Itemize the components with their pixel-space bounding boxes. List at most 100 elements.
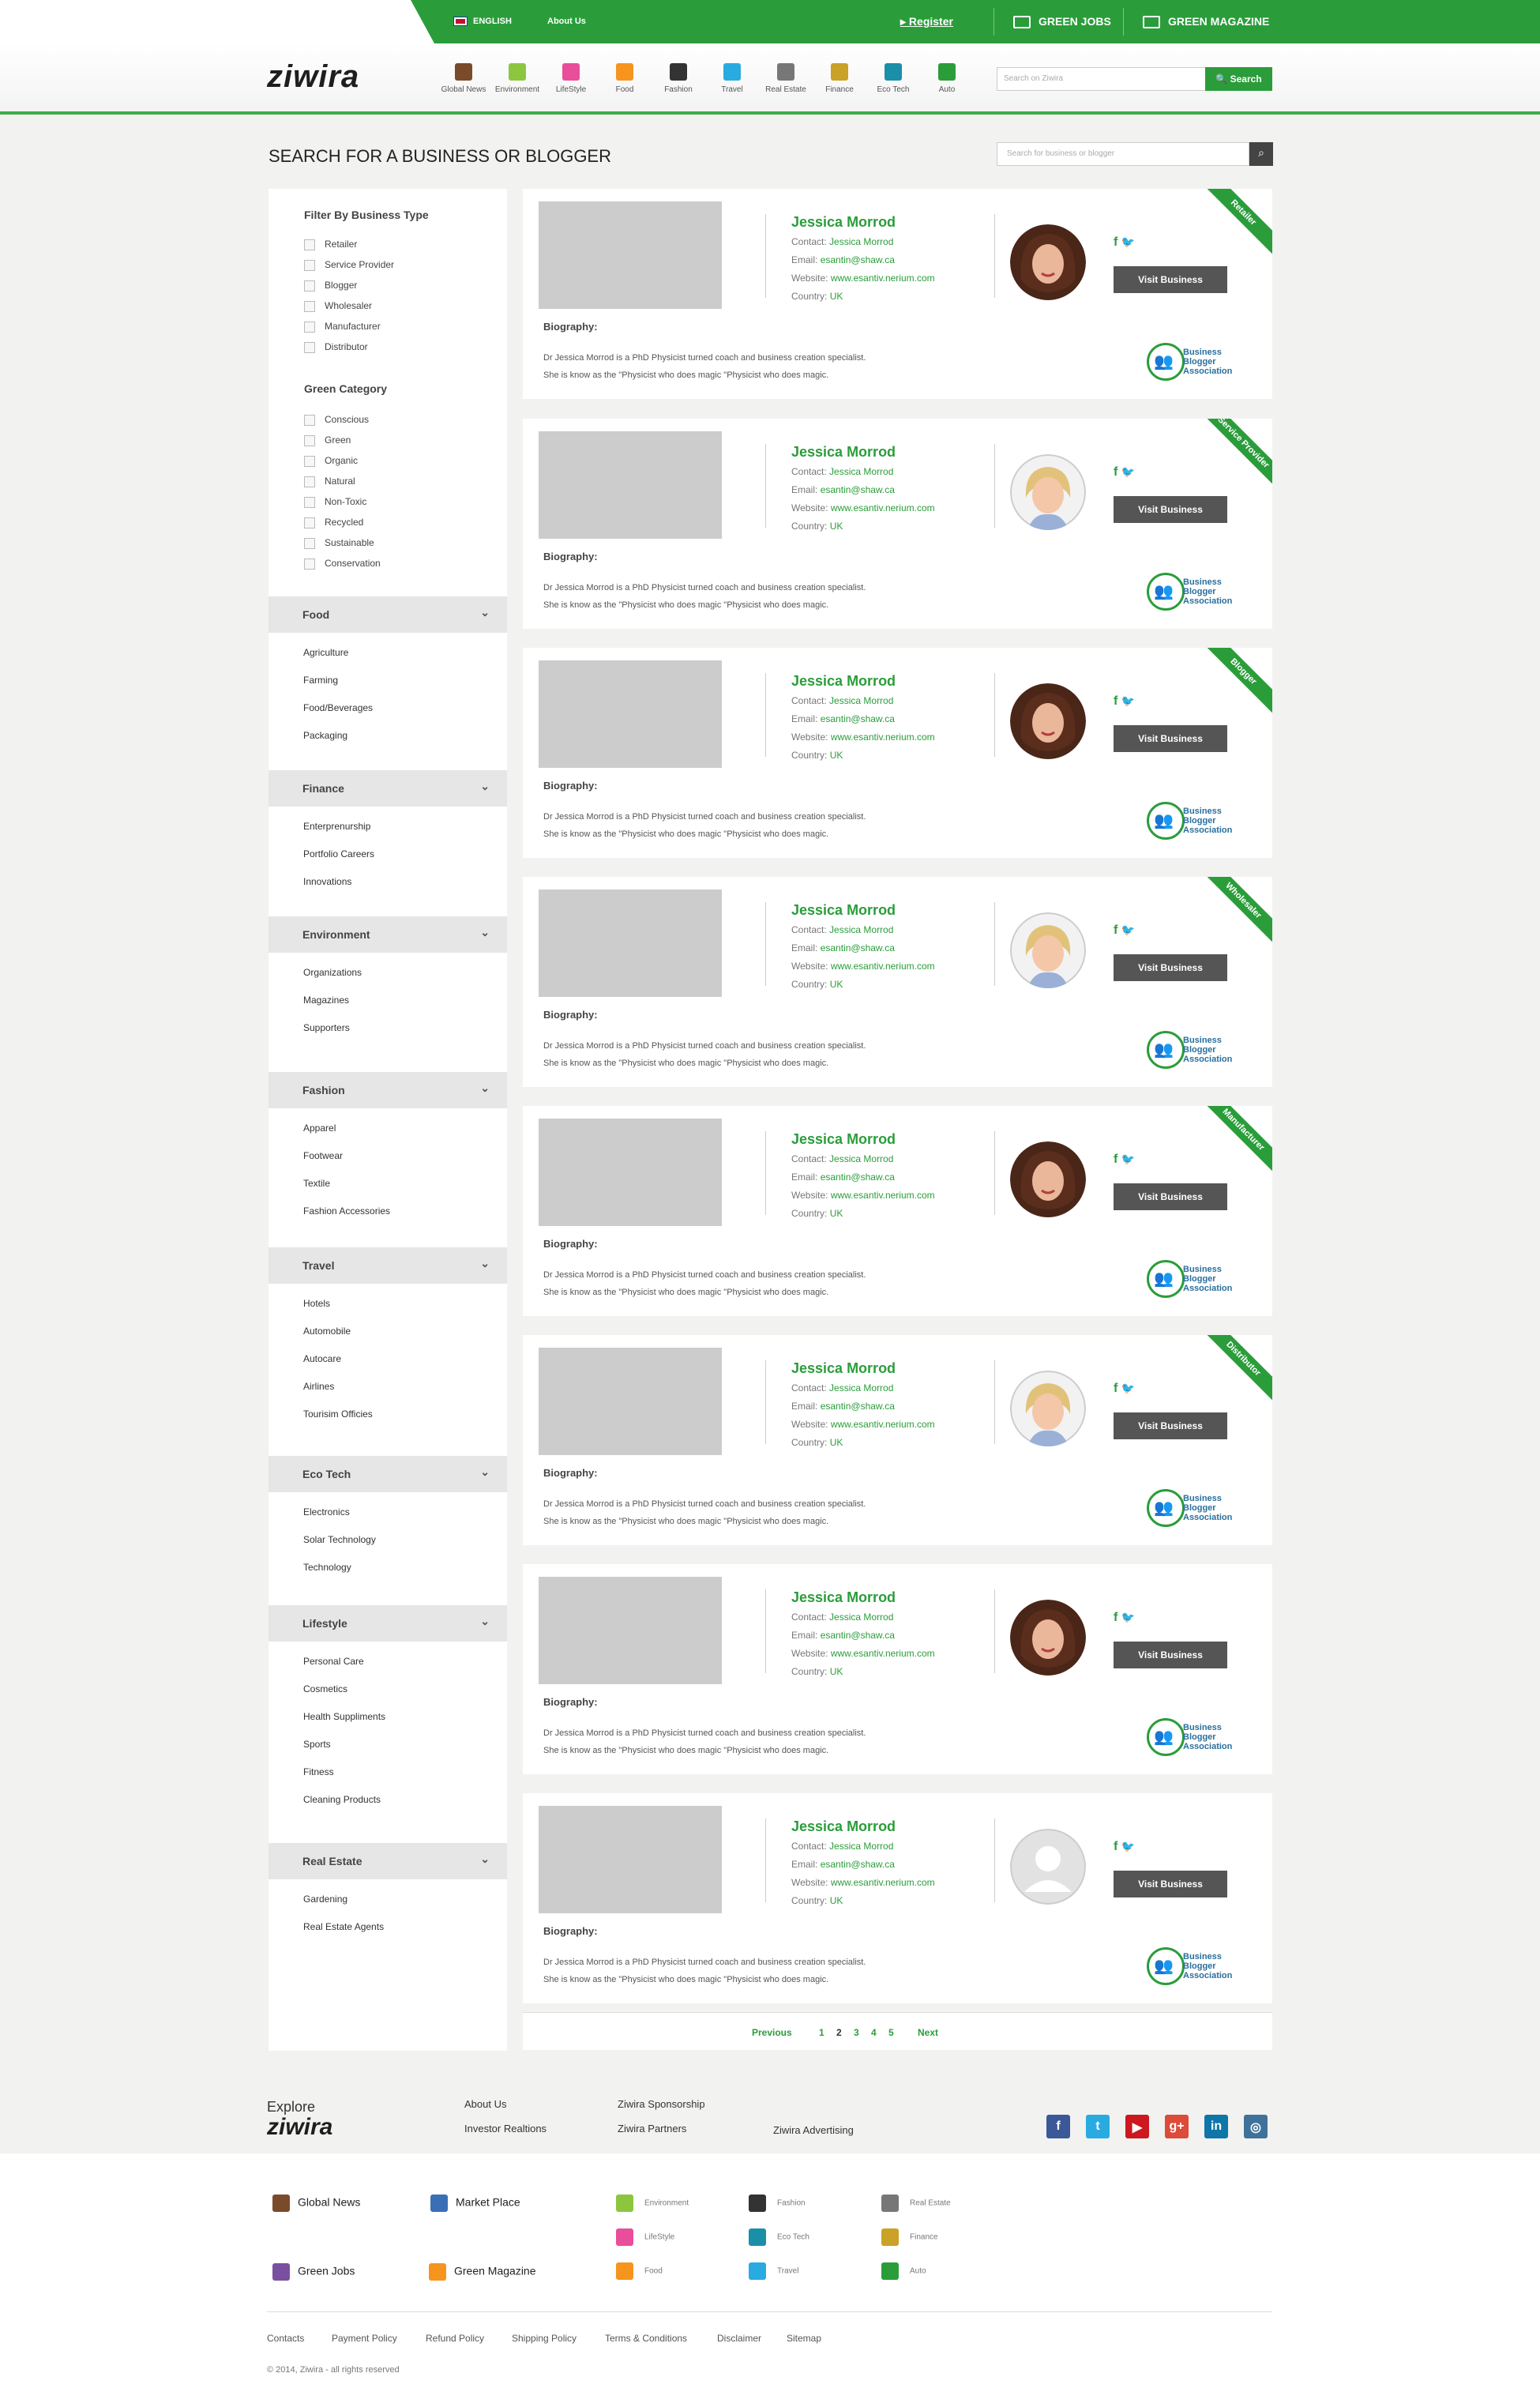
visit-business-button[interactable]: Visit Business (1114, 1412, 1227, 1439)
business-name[interactable]: Jessica Morrod (791, 902, 896, 919)
youtube-icon[interactable]: ▶ (1125, 2115, 1149, 2138)
sidebar-link[interactable]: Packaging (303, 730, 347, 741)
filter-green[interactable]: Green (304, 434, 351, 446)
visit-business-button[interactable]: Visit Business (1114, 954, 1227, 981)
checkbox[interactable] (304, 300, 315, 312)
business-name[interactable]: Jessica Morrod (791, 1131, 896, 1148)
accordion-eco-tech[interactable]: Eco Tech ⌄ (269, 1456, 507, 1492)
footer-cat-environment[interactable]: Environment (616, 2195, 689, 2212)
category-eco-tech[interactable]: Eco Tech (870, 63, 917, 94)
footer-cat-eco-tech[interactable]: Eco Tech (749, 2228, 809, 2246)
sidebar-link[interactable]: Cosmetics (303, 1683, 347, 1694)
checkbox[interactable] (304, 455, 315, 467)
sidebar-link[interactable]: Fitness (303, 1766, 334, 1777)
info-value-email[interactable]: esantin@shaw.ca (821, 942, 895, 953)
business-search-button[interactable]: ⌕ (1249, 142, 1273, 166)
sidebar-link[interactable]: Autocare (303, 1353, 341, 1364)
sidebar-link[interactable]: Magazines (303, 995, 349, 1006)
footer-cat-food[interactable]: Food (616, 2262, 663, 2280)
site-search-button[interactable]: 🔍 Search (1205, 67, 1272, 91)
footer-cat-green-jobs[interactable]: Green Jobs (272, 2263, 355, 2281)
accordion-real-estate[interactable]: Real Estate ⌄ (269, 1843, 507, 1879)
footer-nav-link[interactable]: Sitemap (787, 2333, 821, 2344)
filter-conservation[interactable]: Conservation (304, 558, 381, 570)
facebook-icon[interactable]: f (1114, 235, 1117, 249)
checkbox[interactable] (304, 517, 315, 528)
sidebar-link[interactable]: Tourisim Officies (303, 1408, 373, 1420)
info-value-website[interactable]: www.esantiv.nerium.com (831, 1648, 935, 1659)
sidebar-link[interactable]: Solar Technology (303, 1534, 376, 1545)
twitter-icon[interactable]: 🐦 (1121, 1611, 1135, 1623)
sidebar-link[interactable]: Airlines (303, 1381, 334, 1392)
footer-nav-link[interactable]: Payment Policy (332, 2333, 397, 2344)
accordion-finance[interactable]: Finance ⌄ (269, 770, 507, 807)
checkbox[interactable] (304, 259, 315, 271)
footer-logo[interactable]: ziwira (267, 2114, 332, 2141)
business-name[interactable]: Jessica Morrod (791, 444, 896, 461)
info-value-website[interactable]: www.esantiv.nerium.com (831, 732, 935, 743)
info-value-email[interactable]: esantin@shaw.ca (821, 1859, 895, 1870)
visit-business-button[interactable]: Visit Business (1114, 1183, 1227, 1210)
footer-nav-link[interactable]: Refund Policy (426, 2333, 484, 2344)
info-value-website[interactable]: www.esantiv.nerium.com (831, 1877, 935, 1888)
footer-cat-finance[interactable]: Finance (881, 2228, 938, 2246)
facebook-icon[interactable]: f (1114, 465, 1117, 479)
twitter-icon[interactable]: 🐦 (1121, 465, 1135, 478)
footer-nav-link[interactable]: Terms & Conditions (605, 2333, 687, 2344)
linkedin-icon[interactable]: in (1204, 2115, 1228, 2138)
business-name[interactable]: Jessica Morrod (791, 673, 896, 690)
facebook-icon[interactable]: f (1114, 1153, 1117, 1166)
info-value-website[interactable]: www.esantiv.nerium.com (831, 1419, 935, 1430)
footer-cat-travel[interactable]: Travel (749, 2262, 798, 2280)
visit-business-button[interactable]: Visit Business (1114, 1871, 1227, 1897)
footer-link-partners[interactable]: Ziwira Partners (618, 2123, 686, 2134)
footer-nav-link[interactable]: Shipping Policy (512, 2333, 577, 2344)
filter-conscious[interactable]: Conscious (304, 414, 369, 426)
sidebar-link[interactable]: Apparel (303, 1123, 336, 1134)
page-link[interactable]: 4 (871, 2027, 877, 2038)
sidebar-link[interactable]: Farming (303, 675, 338, 686)
visit-business-button[interactable]: Visit Business (1114, 725, 1227, 752)
checkbox[interactable] (304, 239, 315, 250)
sidebar-link[interactable]: Innovations (303, 876, 351, 887)
info-value-email[interactable]: esantin@shaw.ca (821, 254, 895, 265)
filter-blogger[interactable]: Blogger (304, 280, 357, 291)
sidebar-link[interactable]: Cleaning Products (303, 1794, 381, 1805)
twitter-icon[interactable]: t (1086, 2115, 1110, 2138)
sidebar-link[interactable]: Automobile (303, 1326, 351, 1337)
category-lifestyle[interactable]: LifeStyle (547, 63, 595, 94)
about-link[interactable]: About Us (547, 17, 586, 26)
footer-cat-market-place[interactable]: Market Place (430, 2195, 520, 2212)
footer-cat-lifestyle[interactable]: LifeStyle (616, 2228, 674, 2246)
footer-link-about[interactable]: About Us (464, 2098, 506, 2110)
checkbox[interactable] (304, 321, 315, 333)
sidebar-link[interactable]: Health Suppliments (303, 1711, 385, 1722)
business-name[interactable]: Jessica Morrod (791, 1589, 896, 1606)
previous-page-link[interactable]: Previous (752, 2027, 792, 2038)
sidebar-link[interactable]: Real Estate Agents (303, 1921, 384, 1932)
visit-business-button[interactable]: Visit Business (1114, 266, 1227, 293)
facebook-icon[interactable]: f (1114, 1840, 1117, 1853)
footer-nav-link[interactable]: Disclaimer (717, 2333, 761, 2344)
sidebar-link[interactable]: Textile (303, 1178, 330, 1189)
footer-cat-global-news[interactable]: Global News (272, 2195, 360, 2212)
page-link[interactable]: 1 (819, 2027, 824, 2038)
site-search-input[interactable]: Search on Ziwira (997, 67, 1206, 91)
sidebar-link[interactable]: Portfolio Careers (303, 848, 374, 859)
sidebar-link[interactable]: Footwear (303, 1150, 343, 1161)
sidebar-link[interactable]: Enterprenurship (303, 821, 370, 832)
twitter-icon[interactable]: 🐦 (1121, 694, 1135, 707)
filter-sustainable[interactable]: Sustainable (304, 537, 374, 549)
filter-wholesaler[interactable]: Wholesaler (304, 300, 372, 312)
twitter-icon[interactable]: 🐦 (1121, 1153, 1135, 1165)
filter-service-provider[interactable]: Service Provider (304, 259, 394, 271)
sidebar-link[interactable]: Personal Care (303, 1656, 364, 1667)
next-page-link[interactable]: Next (918, 2027, 938, 2038)
sidebar-link[interactable]: Fashion Accessories (303, 1205, 390, 1217)
footer-nav-link[interactable]: Contacts (267, 2333, 304, 2344)
register-link[interactable]: ▸ Register (900, 15, 953, 28)
checkbox[interactable] (304, 558, 315, 570)
page-link[interactable]: 5 (888, 2027, 894, 2038)
checkbox[interactable] (304, 280, 315, 291)
footer-cat-fashion[interactable]: Fashion (749, 2195, 806, 2212)
